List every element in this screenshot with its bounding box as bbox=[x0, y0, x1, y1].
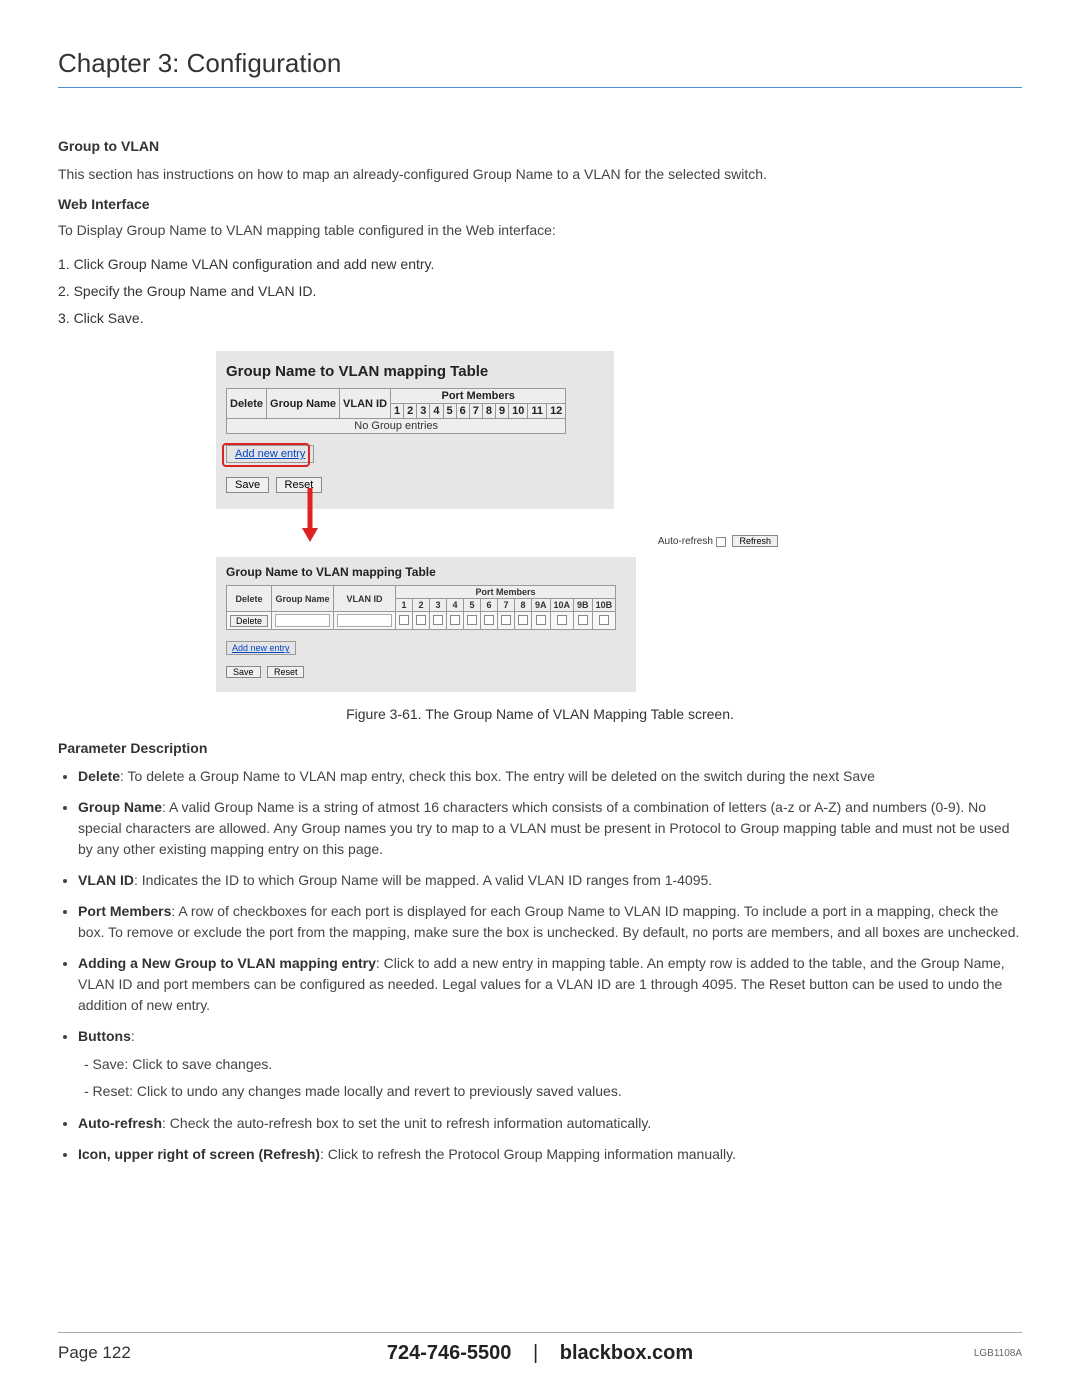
group-name-input[interactable] bbox=[275, 614, 330, 627]
port-cb-10A[interactable] bbox=[557, 615, 567, 625]
reset-button-2[interactable]: Reset bbox=[267, 666, 305, 678]
p2-7: 7 bbox=[498, 599, 515, 612]
panel2-controls: Auto-refresh Refresh bbox=[658, 531, 786, 547]
port-cb-6[interactable] bbox=[484, 615, 494, 625]
port-cb-1[interactable] bbox=[399, 615, 409, 625]
figure-caption: Figure 3-61. The Group Name of VLAN Mapp… bbox=[58, 706, 1022, 722]
save-button[interactable]: Save bbox=[226, 477, 269, 493]
port-10: 10 bbox=[509, 404, 528, 419]
p2-5: 5 bbox=[464, 599, 481, 612]
p2-10B: 10B bbox=[592, 599, 616, 612]
web-interface-intro: To Display Group Name to VLAN mapping ta… bbox=[58, 220, 1022, 242]
port-cb-7[interactable] bbox=[501, 615, 511, 625]
col-vlanid: VLAN ID bbox=[340, 389, 391, 419]
param-groupname: Group Name: A valid Group Name is a stri… bbox=[78, 797, 1022, 860]
param-iconrefresh: Icon, upper right of screen (Refresh): C… bbox=[78, 1144, 1022, 1165]
web-interface-heading: Web Interface bbox=[58, 196, 1022, 212]
step-3: 3. Click Save. bbox=[58, 305, 1022, 332]
param-buttons: Buttons: - Save: Click to save changes. … bbox=[78, 1026, 1022, 1103]
auto-refresh-checkbox[interactable] bbox=[716, 537, 726, 547]
mapping-table-2: Delete Group Name VLAN ID Port Members 1… bbox=[226, 585, 616, 630]
add-new-entry-link-2[interactable]: Add new entry bbox=[226, 641, 296, 655]
no-group-entries: No Group entries bbox=[227, 419, 566, 434]
footer-center: 724-746-5500 | blackbox.com bbox=[387, 1342, 693, 1365]
port-9: 9 bbox=[496, 404, 509, 419]
add-new-entry-link[interactable]: Add new entry bbox=[226, 445, 314, 463]
port-6: 6 bbox=[456, 404, 469, 419]
p2-9B: 9B bbox=[574, 599, 593, 612]
port-5: 5 bbox=[443, 404, 456, 419]
auto-refresh-label: Auto-refresh bbox=[658, 536, 713, 547]
col2-portmembers: Port Members bbox=[396, 586, 616, 599]
col2-delete: Delete bbox=[227, 586, 272, 612]
param-autorefresh: Auto-refresh: Check the auto-refresh box… bbox=[78, 1113, 1022, 1134]
p2-1: 1 bbox=[396, 599, 413, 612]
port-2: 2 bbox=[404, 404, 417, 419]
port-cb-3[interactable] bbox=[433, 615, 443, 625]
port-cb-8[interactable] bbox=[518, 615, 528, 625]
footer-site: blackbox.com bbox=[560, 1342, 693, 1364]
section-heading: Group to VLAN bbox=[58, 138, 1022, 154]
port-cb-9A[interactable] bbox=[536, 615, 546, 625]
page-footer: Page 122 724-746-5500 | blackbox.com LGB… bbox=[58, 1332, 1022, 1363]
chapter-title: Chapter 3: Configuration bbox=[58, 48, 1022, 88]
param-delete: Delete: To delete a Group Name to VLAN m… bbox=[78, 766, 1022, 787]
port-8: 8 bbox=[482, 404, 495, 419]
port-11: 11 bbox=[528, 404, 547, 419]
param-desc-heading: Parameter Description bbox=[58, 740, 1022, 756]
p2-10A: 10A bbox=[550, 599, 574, 612]
port-cb-10B[interactable] bbox=[599, 615, 609, 625]
port-12: 12 bbox=[547, 404, 566, 419]
p2-9A: 9A bbox=[532, 599, 551, 612]
col-delete: Delete bbox=[227, 389, 267, 419]
param-reset-sub: - Reset: Click to undo any changes made … bbox=[84, 1080, 1022, 1103]
port-cb-5[interactable] bbox=[467, 615, 477, 625]
mapping-table-1: Delete Group Name VLAN ID Port Members 1… bbox=[226, 388, 566, 434]
param-vlanid: VLAN ID: Indicates the ID to which Group… bbox=[78, 870, 1022, 891]
mapping-panel-1: Group Name to VLAN mapping Table Delete … bbox=[216, 351, 614, 509]
param-adding: Adding a New Group to VLAN mapping entry… bbox=[78, 953, 1022, 1016]
col2-vlanid: VLAN ID bbox=[334, 586, 396, 612]
page-number: Page 122 bbox=[58, 1343, 131, 1363]
param-list: Delete: To delete a Group Name to VLAN m… bbox=[60, 766, 1022, 1165]
param-save-sub: - Save: Click to save changes. bbox=[84, 1053, 1022, 1076]
footer-phone: 724-746-5500 bbox=[387, 1342, 512, 1364]
section-intro: This section has instructions on how to … bbox=[58, 164, 1022, 186]
refresh-button[interactable]: Refresh bbox=[732, 535, 778, 547]
delete-row-button[interactable]: Delete bbox=[230, 615, 268, 627]
model-number: LGB1108A bbox=[974, 1348, 1022, 1359]
step-2: 2. Specify the Group Name and VLAN ID. bbox=[58, 278, 1022, 305]
col-portmembers: Port Members bbox=[391, 389, 566, 404]
p2-6: 6 bbox=[481, 599, 498, 612]
figure-area: Group Name to VLAN mapping Table Delete … bbox=[58, 351, 1022, 692]
vlan-id-input[interactable] bbox=[337, 614, 392, 627]
port-cb-9B[interactable] bbox=[578, 615, 588, 625]
p2-8: 8 bbox=[515, 599, 532, 612]
panel1-title: Group Name to VLAN mapping Table bbox=[216, 361, 614, 388]
p2-2: 2 bbox=[413, 599, 430, 612]
col2-groupname: Group Name bbox=[272, 586, 334, 612]
port-3: 3 bbox=[417, 404, 430, 419]
port-cb-2[interactable] bbox=[416, 615, 426, 625]
port-cb-4[interactable] bbox=[450, 615, 460, 625]
step-1: 1. Click Group Name VLAN configuration a… bbox=[58, 251, 1022, 278]
port-4: 4 bbox=[430, 404, 443, 419]
p2-4: 4 bbox=[447, 599, 464, 612]
port-1: 1 bbox=[391, 404, 404, 419]
red-arrow-icon bbox=[300, 488, 320, 542]
save-button-2[interactable]: Save bbox=[226, 666, 261, 678]
panel2-title: Group Name to VLAN mapping Table bbox=[216, 563, 636, 585]
param-portmembers: Port Members: A row of checkboxes for ea… bbox=[78, 901, 1022, 943]
col-groupname: Group Name bbox=[267, 389, 340, 419]
p2-3: 3 bbox=[430, 599, 447, 612]
port-7: 7 bbox=[469, 404, 482, 419]
mapping-panel-2: Group Name to VLAN mapping Table Delete … bbox=[216, 557, 636, 692]
